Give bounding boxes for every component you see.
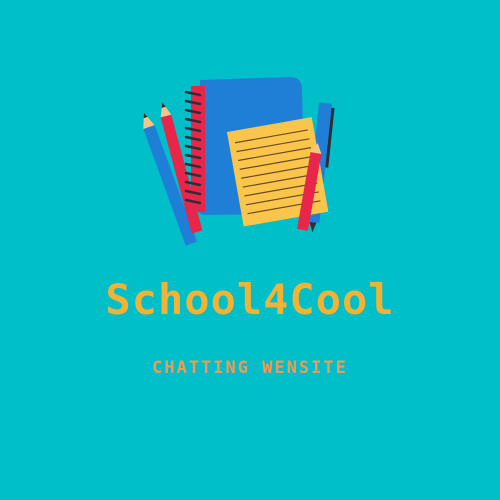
brand-title: School4Cool xyxy=(105,275,395,324)
school-supplies-illustration xyxy=(143,77,335,246)
brand-subtitle: CHATTING WENSITE xyxy=(152,358,348,378)
